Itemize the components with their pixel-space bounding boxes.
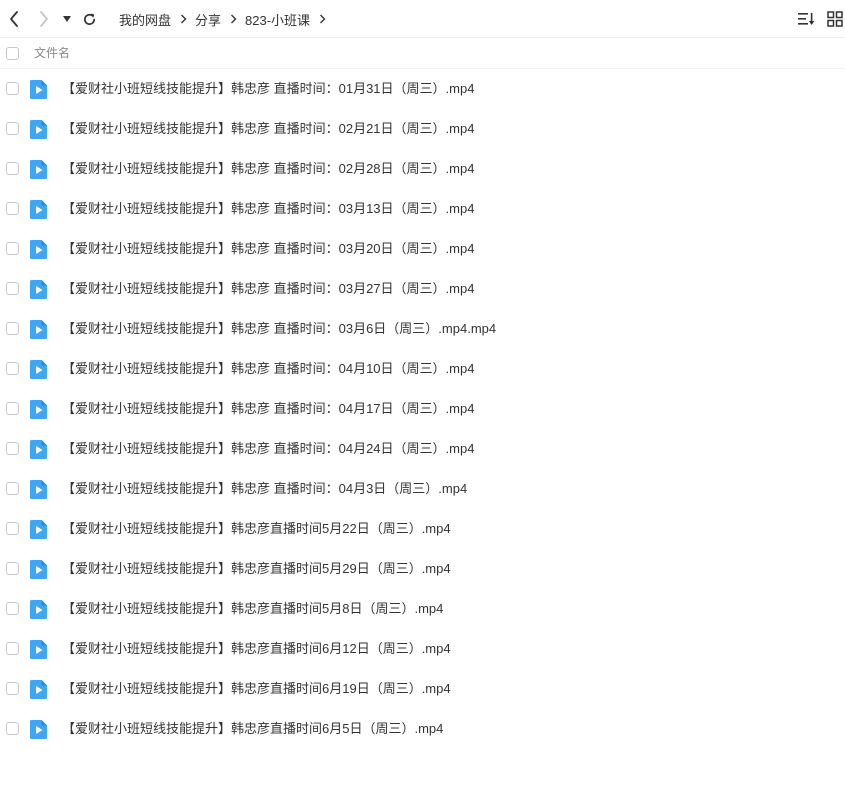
video-file-icon: [30, 640, 47, 659]
video-file-icon: [30, 440, 47, 459]
file-row[interactable]: 【爱财社小班短线技能提升】韩忠彦 直播时间：02月21日（周三）.mp4: [0, 109, 845, 149]
breadcrumb-separator-icon: [229, 14, 237, 24]
video-file-icon: [30, 240, 47, 259]
forward-icon[interactable]: [34, 9, 54, 29]
file-name[interactable]: 【爱财社小班短线技能提升】韩忠彦 直播时间：03月20日（周三）.mp4: [62, 229, 474, 269]
back-icon[interactable]: [4, 9, 24, 29]
file-checkbox[interactable]: [6, 282, 19, 295]
file-row[interactable]: 【爱财社小班短线技能提升】韩忠彦 直播时间：02月28日（周三）.mp4: [0, 149, 845, 189]
file-checkbox[interactable]: [6, 202, 19, 215]
file-name[interactable]: 【爱财社小班短线技能提升】韩忠彦直播时间6月5日（周三）.mp4: [62, 709, 443, 749]
file-checkbox[interactable]: [6, 442, 19, 455]
video-file-icon: [30, 480, 47, 499]
file-name[interactable]: 【爱财社小班短线技能提升】韩忠彦直播时间6月12日（周三）.mp4: [62, 629, 451, 669]
file-name[interactable]: 【爱财社小班短线技能提升】韩忠彦 直播时间：01月31日（周三）.mp4: [62, 69, 474, 109]
file-row[interactable]: 【爱财社小班短线技能提升】韩忠彦 直播时间：01月31日（周三）.mp4: [0, 69, 845, 109]
file-checkbox[interactable]: [6, 122, 19, 135]
select-all-checkbox[interactable]: [6, 47, 19, 60]
file-row[interactable]: 【爱财社小班短线技能提升】韩忠彦 直播时间：03月6日（周三）.mp4.mp4: [0, 309, 845, 349]
file-checkbox[interactable]: [6, 322, 19, 335]
file-checkbox[interactable]: [6, 482, 19, 495]
file-row[interactable]: 【爱财社小班短线技能提升】韩忠彦直播时间5月22日（周三）.mp4: [0, 509, 845, 549]
grid-view-icon[interactable]: [826, 10, 844, 28]
file-row[interactable]: 【爱财社小班短线技能提升】韩忠彦直播时间6月5日（周三）.mp4: [0, 709, 845, 749]
file-row[interactable]: 【爱财社小班短线技能提升】韩忠彦 直播时间：04月10日（周三）.mp4: [0, 349, 845, 389]
file-name[interactable]: 【爱财社小班短线技能提升】韩忠彦 直播时间：04月3日（周三）.mp4: [62, 469, 467, 509]
caret-down-icon[interactable]: [58, 9, 76, 29]
breadcrumb-item-current-folder[interactable]: 823-小班课: [237, 10, 318, 29]
file-name[interactable]: 【爱财社小班短线技能提升】韩忠彦 直播时间：02月28日（周三）.mp4: [62, 149, 474, 189]
file-checkbox[interactable]: [6, 642, 19, 655]
refresh-icon[interactable]: [79, 9, 99, 29]
file-name[interactable]: 【爱财社小班短线技能提升】韩忠彦直播时间5月8日（周三）.mp4: [62, 589, 443, 629]
file-list-header: 文件名: [0, 38, 845, 69]
toolbar: 我的网盘 分享 823-小班课: [0, 0, 845, 38]
file-name[interactable]: 【爱财社小班短线技能提升】韩忠彦 直播时间：03月27日（周三）.mp4: [62, 269, 474, 309]
file-row[interactable]: 【爱财社小班短线技能提升】韩忠彦直播时间6月12日（周三）.mp4: [0, 629, 845, 669]
video-file-icon: [30, 280, 47, 299]
file-row[interactable]: 【爱财社小班短线技能提升】韩忠彦直播时间5月29日（周三）.mp4: [0, 549, 845, 589]
file-checkbox[interactable]: [6, 682, 19, 695]
video-file-icon: [30, 160, 47, 179]
file-row[interactable]: 【爱财社小班短线技能提升】韩忠彦 直播时间：03月13日（周三）.mp4: [0, 189, 845, 229]
breadcrumb-separator-icon: [179, 14, 187, 24]
file-checkbox[interactable]: [6, 242, 19, 255]
sort-list-icon[interactable]: [797, 10, 815, 28]
file-name[interactable]: 【爱财社小班短线技能提升】韩忠彦直播时间5月29日（周三）.mp4: [62, 549, 451, 589]
video-file-icon: [30, 560, 47, 579]
breadcrumb-item-share[interactable]: 分享: [187, 10, 229, 29]
file-list: 【爱财社小班短线技能提升】韩忠彦 直播时间：01月31日（周三）.mp4 【爱财社…: [0, 69, 845, 749]
file-name[interactable]: 【爱财社小班短线技能提升】韩忠彦 直播时间：04月17日（周三）.mp4: [62, 389, 474, 429]
file-row[interactable]: 【爱财社小班短线技能提升】韩忠彦 直播时间：04月24日（周三）.mp4: [0, 429, 845, 469]
file-checkbox[interactable]: [6, 82, 19, 95]
file-name[interactable]: 【爱财社小班短线技能提升】韩忠彦 直播时间：03月13日（周三）.mp4: [62, 189, 474, 229]
video-file-icon: [30, 320, 47, 339]
file-row[interactable]: 【爱财社小班短线技能提升】韩忠彦 直播时间：03月27日（周三）.mp4: [0, 269, 845, 309]
file-name[interactable]: 【爱财社小班短线技能提升】韩忠彦 直播时间：03月6日（周三）.mp4.mp4: [62, 309, 496, 349]
column-header-filename[interactable]: 文件名: [34, 38, 70, 69]
file-checkbox[interactable]: [6, 722, 19, 735]
file-row[interactable]: 【爱财社小班短线技能提升】韩忠彦 直播时间：04月3日（周三）.mp4: [0, 469, 845, 509]
video-file-icon: [30, 120, 47, 139]
breadcrumb-separator-icon: [318, 14, 326, 24]
file-row[interactable]: 【爱财社小班短线技能提升】韩忠彦 直播时间：04月17日（周三）.mp4: [0, 389, 845, 429]
file-name[interactable]: 【爱财社小班短线技能提升】韩忠彦直播时间5月22日（周三）.mp4: [62, 509, 451, 549]
breadcrumb-item-my-drive[interactable]: 我的网盘: [111, 10, 179, 29]
file-checkbox[interactable]: [6, 402, 19, 415]
video-file-icon: [30, 520, 47, 539]
video-file-icon: [30, 200, 47, 219]
file-name[interactable]: 【爱财社小班短线技能提升】韩忠彦 直播时间：02月21日（周三）.mp4: [62, 109, 474, 149]
video-file-icon: [30, 680, 47, 699]
video-file-icon: [30, 360, 47, 379]
video-file-icon: [30, 720, 47, 739]
file-checkbox[interactable]: [6, 602, 19, 615]
file-name[interactable]: 【爱财社小班短线技能提升】韩忠彦 直播时间：04月24日（周三）.mp4: [62, 429, 474, 469]
file-name[interactable]: 【爱财社小班短线技能提升】韩忠彦直播时间6月19日（周三）.mp4: [62, 669, 451, 709]
video-file-icon: [30, 400, 47, 419]
video-file-icon: [30, 80, 47, 99]
file-checkbox[interactable]: [6, 362, 19, 375]
breadcrumb: 我的网盘 分享 823-小班课: [111, 0, 326, 38]
file-checkbox[interactable]: [6, 522, 19, 535]
file-row[interactable]: 【爱财社小班短线技能提升】韩忠彦直播时间6月19日（周三）.mp4: [0, 669, 845, 709]
file-name[interactable]: 【爱财社小班短线技能提升】韩忠彦 直播时间：04月10日（周三）.mp4: [62, 349, 474, 389]
video-file-icon: [30, 600, 47, 619]
file-row[interactable]: 【爱财社小班短线技能提升】韩忠彦 直播时间：03月20日（周三）.mp4: [0, 229, 845, 269]
file-checkbox[interactable]: [6, 162, 19, 175]
file-row[interactable]: 【爱财社小班短线技能提升】韩忠彦直播时间5月8日（周三）.mp4: [0, 589, 845, 629]
file-checkbox[interactable]: [6, 562, 19, 575]
